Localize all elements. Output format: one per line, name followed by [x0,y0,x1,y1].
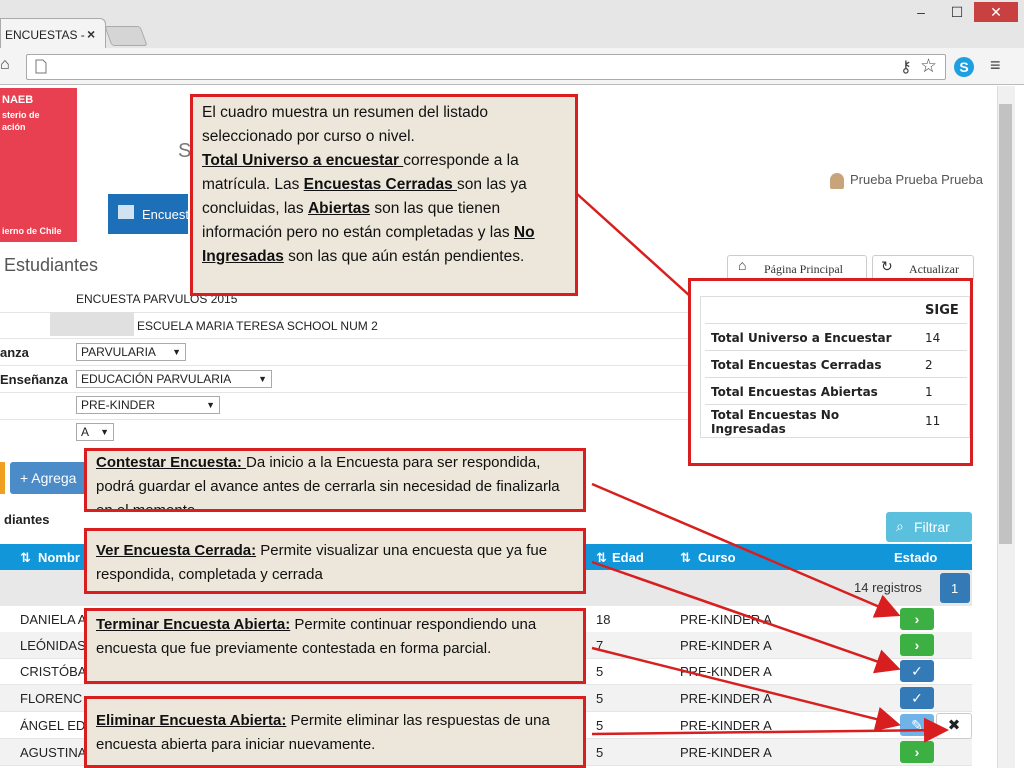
arrow-contestar [591,482,901,618]
callout-keyword: Total Universo a encuestar [202,152,404,169]
callout-text: son las que aún están pendientes. [283,248,525,265]
callout-summary: El cuadro muestra un resumen del listado… [190,94,578,296]
callout-keyword: Abiertas [307,200,371,217]
callout-keyword: Terminar Encuesta Abierta: [96,616,291,633]
callout-contestar: Contestar Encuesta: Da inicio a la Encue… [84,448,586,512]
arrow-ver [591,560,901,674]
arrow-terminar [591,646,901,732]
callout-keyword: Encuestas Cerradas [303,176,458,193]
callout-terminar: Terminar Encuesta Abierta: Permite conti… [84,608,586,684]
callout-ver: Ver Encuesta Cerrada: Permite visualizar… [84,528,586,594]
callout-text: El cuadro muestra un resumen del listado… [202,104,489,145]
arrow-summary [575,192,691,297]
callout-keyword: Eliminar Encuesta Abierta: [96,712,287,729]
callout-eliminar: Eliminar Encuesta Abierta: Permite elimi… [84,696,586,768]
arrow-eliminar [591,717,949,743]
callout-keyword: Contestar Encuesta: [96,454,247,471]
callout-keyword: Ver Encuesta Cerrada: [96,542,257,559]
